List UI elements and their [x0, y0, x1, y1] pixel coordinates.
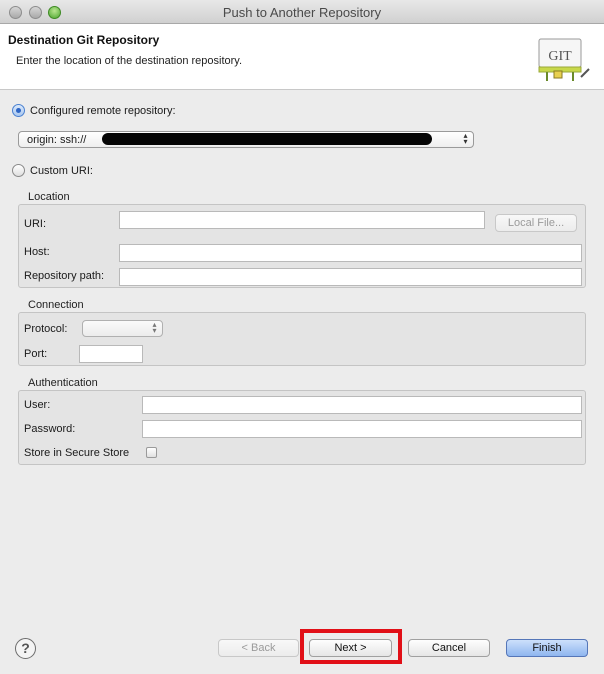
- page-description: Enter the location of the destination re…: [16, 55, 243, 67]
- secure-store-checkbox[interactable]: [146, 447, 157, 458]
- next-button-highlight: [300, 629, 402, 664]
- user-input[interactable]: [142, 396, 582, 414]
- cancel-button[interactable]: Cancel: [408, 639, 490, 657]
- port-label: Port:: [24, 348, 48, 360]
- remote-repository-select[interactable]: origin: ssh:// ▴ ▾: [18, 131, 474, 148]
- window-titlebar[interactable]: Push to Another Repository: [0, 0, 604, 24]
- user-label: User:: [24, 399, 51, 411]
- host-label: Host:: [24, 246, 50, 258]
- secure-store-label: Store in Secure Store: [24, 447, 130, 459]
- repository-path-label: Repository path:: [24, 270, 105, 282]
- protocol-arrows-icon: ▴ ▾: [152, 320, 157, 335]
- password-input[interactable]: [142, 420, 582, 438]
- port-input[interactable]: [79, 345, 143, 363]
- local-file-button[interactable]: Local File...: [495, 214, 577, 232]
- password-label: Password:: [24, 423, 76, 435]
- authentication-group-title: Authentication: [28, 377, 98, 389]
- configured-remote-label: Configured remote repository:: [30, 105, 176, 117]
- uri-input[interactable]: [119, 211, 485, 229]
- back-button[interactable]: < Back: [218, 639, 299, 657]
- git-logo-icon: GIT: [538, 38, 590, 81]
- finish-button[interactable]: Finish: [506, 639, 588, 657]
- custom-uri-label: Custom URI:: [30, 165, 93, 177]
- protocol-label: Protocol:: [24, 323, 68, 335]
- custom-uri-radio[interactable]: [12, 164, 25, 177]
- protocol-select[interactable]: ▴ ▾: [82, 320, 163, 337]
- location-group-title: Location: [28, 191, 70, 203]
- wizard-header: Destination Git Repository Enter the loc…: [0, 24, 604, 90]
- git-logo-text: GIT: [548, 49, 572, 64]
- configured-remote-radio[interactable]: [12, 104, 25, 117]
- page-title: Destination Git Repository: [8, 33, 160, 47]
- redacted-uri: [102, 133, 432, 145]
- uri-label: URI:: [24, 218, 46, 230]
- repository-path-input[interactable]: [119, 268, 582, 286]
- remote-repository-value: origin: ssh://: [27, 134, 87, 146]
- host-input[interactable]: [119, 244, 582, 262]
- connection-group-title: Connection: [28, 299, 84, 311]
- updown-arrows-icon: ▴ ▾: [463, 131, 468, 146]
- help-icon[interactable]: ?: [15, 638, 36, 659]
- window-title: Push to Another Repository: [222, 5, 382, 20]
